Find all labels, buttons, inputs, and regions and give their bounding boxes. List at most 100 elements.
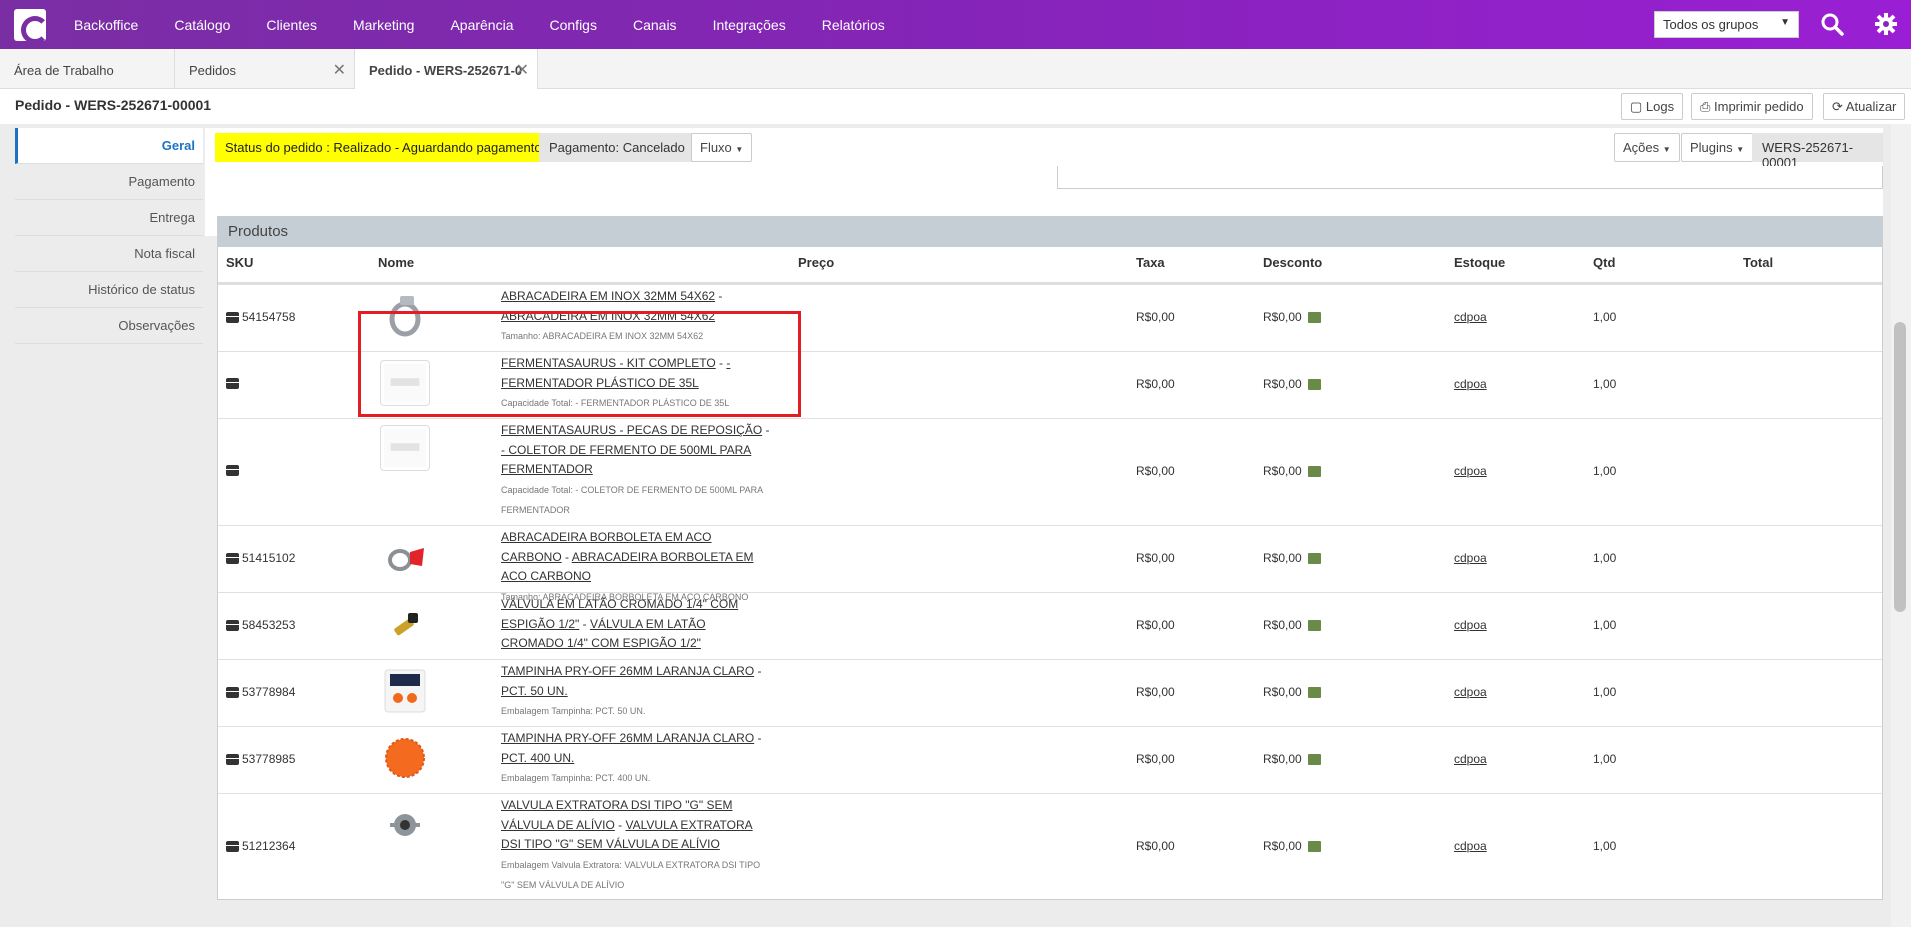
plugins-dropdown[interactable]: Plugins ▼ <box>1681 133 1754 162</box>
sidebar-item-observacoes[interactable]: Observações <box>15 308 203 344</box>
actions-label: Ações <box>1623 140 1660 155</box>
nav-relatorios[interactable]: Relatórios <box>822 17 885 33</box>
product-link[interactable]: FERMENTASAURUS - PECAS DE REPOSIÇÃO <box>501 423 762 437</box>
product-name: VALVULA EXTRATORA DSI TIPO "G" SEM VÁLVU… <box>501 796 771 896</box>
product-attribute: Tamanho: ABRACADEIRA EM INOX 32MM 54X62 <box>501 331 704 341</box>
variant-link[interactable]: PCT. 50 UN. <box>501 684 568 698</box>
caret-down-icon: ▼ <box>735 145 744 154</box>
table-row: 51212364 VALVULA EXTRATORA DSI TIPO "G" … <box>218 793 1882 899</box>
stock-link[interactable]: cdpoa <box>1454 377 1487 391</box>
order-code-badge: WERS-252671-00001 <box>1752 133 1883 170</box>
table-row: 53778984 TAMPINHA PRY-OFF 26MM LARANJA C… <box>218 659 1882 726</box>
sku-value: 51415102 <box>242 551 296 565</box>
actions-dropdown[interactable]: Ações ▼ <box>1614 133 1680 162</box>
close-icon[interactable]: ✕ <box>333 60 346 80</box>
product-link[interactable]: ABRACADEIRA EM INOX 32MM 54X62 <box>501 289 715 303</box>
discount-value: R$0,00 <box>1263 551 1302 565</box>
discount-value: R$0,00 <box>1263 685 1302 699</box>
tax-cell: R$0,00 <box>1136 464 1175 478</box>
money-icon[interactable] <box>1307 466 1321 478</box>
package-icon <box>226 465 239 477</box>
product-attribute: Capacidade Total: - COLETOR DE FERMENTO … <box>501 484 763 516</box>
nav-catalogo[interactable]: Catálogo <box>174 17 230 33</box>
products-title: Produtos <box>218 217 1882 247</box>
app-logo[interactable] <box>14 8 49 44</box>
discount-value: R$0,00 <box>1263 310 1302 324</box>
separator: - <box>762 423 770 437</box>
print-order-button[interactable]: ⎙ Imprimir pedido <box>1691 93 1813 120</box>
nav-aparencia[interactable]: Aparência <box>450 17 513 33</box>
sidebar-item-entrega[interactable]: Entrega <box>15 200 203 236</box>
stock-link[interactable]: cdpoa <box>1454 752 1487 766</box>
money-icon[interactable] <box>1307 841 1321 853</box>
sku-cell <box>226 463 242 477</box>
stock-link[interactable]: cdpoa <box>1454 310 1487 324</box>
sidebar-item-nota-fiscal[interactable]: Nota fiscal <box>15 236 203 272</box>
money-icon[interactable] <box>1307 553 1321 565</box>
package-icon <box>226 312 239 324</box>
product-attribute: Embalagem Tampinha: PCT. 50 UN. <box>501 706 646 716</box>
stock-link[interactable]: cdpoa <box>1454 685 1487 699</box>
sidebar-item-geral[interactable]: Geral <box>15 128 203 164</box>
sidebar-item-historico[interactable]: Histórico de status <box>15 272 203 308</box>
nav-configs[interactable]: Configs <box>550 17 597 33</box>
stock-link[interactable]: cdpoa <box>1454 618 1487 632</box>
nav-clientes[interactable]: Clientes <box>266 17 317 33</box>
tax-cell: R$0,00 <box>1136 310 1175 324</box>
money-icon[interactable] <box>1307 312 1321 324</box>
tab-pedidos[interactable]: Pedidos ✕ <box>175 49 355 89</box>
product-thumbnail <box>384 669 426 713</box>
sku-value: 53778984 <box>242 685 296 699</box>
group-select[interactable]: Todos os grupos ▼ <box>1654 11 1799 38</box>
tab-area-de-trabalho[interactable]: Área de Trabalho <box>0 49 175 89</box>
file-icon: ▢ <box>1630 99 1646 114</box>
money-icon[interactable] <box>1307 687 1321 699</box>
print-label: Imprimir pedido <box>1714 99 1804 114</box>
money-icon[interactable] <box>1307 379 1321 391</box>
scrollbar-thumb[interactable] <box>1894 322 1906 612</box>
separator: - <box>579 616 590 631</box>
separator: - <box>754 664 762 678</box>
table-row: 51415102 ABRACADEIRA BORBOLETA EM ACO CA… <box>218 525 1882 602</box>
money-icon[interactable] <box>1307 620 1321 632</box>
product-link[interactable]: TAMPINHA PRY-OFF 26MM LARANJA CLARO <box>501 731 754 745</box>
money-icon[interactable] <box>1307 754 1321 766</box>
product-link[interactable]: TAMPINHA PRY-OFF 26MM LARANJA CLARO <box>501 664 754 678</box>
sidebar-item-pagamento[interactable]: Pagamento <box>15 164 203 200</box>
sku-cell <box>226 376 242 390</box>
gear-icon[interactable] <box>1874 12 1898 36</box>
discount-cell: R$0,00 <box>1263 377 1321 391</box>
variant-link[interactable]: - COLETOR DE FERMENTO DE 500ML PARA FERM… <box>501 443 751 477</box>
flow-dropdown[interactable]: Fluxo ▼ <box>691 133 753 162</box>
chevron-down-icon: ▼ <box>1780 17 1790 28</box>
tab-label: Pedido - WERS-252671-0 <box>369 63 523 78</box>
product-name: TAMPINHA PRY-OFF 26MM LARANJA CLARO - PC… <box>501 662 771 722</box>
table-row: 53778985 TAMPINHA PRY-OFF 26MM LARANJA C… <box>218 726 1882 793</box>
stock-link[interactable]: cdpoa <box>1454 464 1487 478</box>
order-status-badge: Status do pedido : Realizado - Aguardand… <box>215 133 552 162</box>
col-estoque: Estoque <box>1454 255 1506 270</box>
order-sidebar: Geral Pagamento Entrega Nota fiscal Hist… <box>15 128 203 344</box>
product-thumbnail <box>380 360 430 406</box>
search-icon[interactable] <box>1820 12 1844 36</box>
product-link[interactable]: FERMENTASAURUS - KIT COMPLETO <box>501 356 716 370</box>
refresh-button[interactable]: ⟳ Atualizar <box>1823 93 1906 120</box>
product-attribute: Embalagem Tampinha: PCT. 400 UN. <box>501 773 651 783</box>
stock-link[interactable]: cdpoa <box>1454 551 1487 565</box>
group-select-value: Todos os grupos <box>1663 17 1759 32</box>
printer-icon: ⎙ <box>1700 99 1715 114</box>
variant-link[interactable]: ABRACADEIRA EM INOX 32MM 54X62 <box>501 309 715 323</box>
variant-link[interactable]: PCT. 400 UN. <box>501 751 574 765</box>
nav-canais[interactable]: Canais <box>633 17 677 33</box>
tab-pedido-detail[interactable]: Pedido - WERS-252671-0 ✕ <box>355 49 538 90</box>
products-panel: Produtos SKU Nome Preço Taxa Desconto Es… <box>217 216 1883 900</box>
close-icon[interactable]: ✕ <box>516 60 529 80</box>
nav-marketing[interactable]: Marketing <box>353 17 414 33</box>
col-qtd: Qtd <box>1593 255 1616 270</box>
logs-button[interactable]: ▢ Logs <box>1621 93 1684 120</box>
discount-cell: R$0,00 <box>1263 464 1321 478</box>
product-name: FERMENTASAURUS - KIT COMPLETO - - FERMEN… <box>501 354 771 414</box>
nav-integracoes[interactable]: Integrações <box>713 17 786 33</box>
stock-link[interactable]: cdpoa <box>1454 839 1487 853</box>
nav-backoffice[interactable]: Backoffice <box>74 17 138 33</box>
